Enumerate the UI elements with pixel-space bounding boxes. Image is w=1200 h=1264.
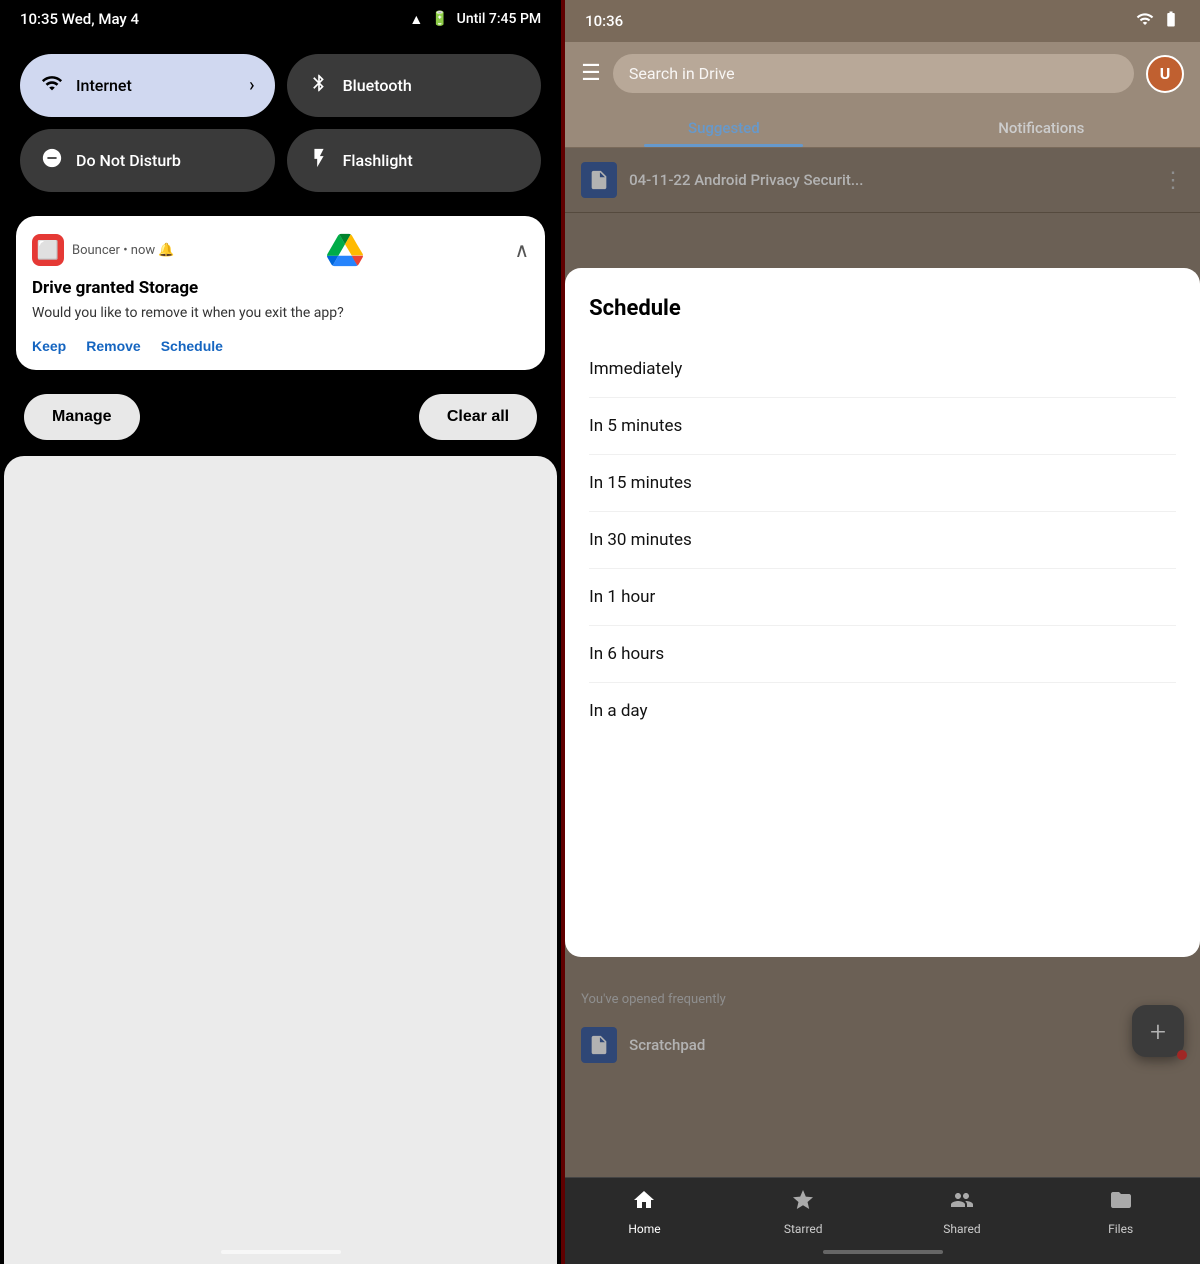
left-panel: 10:35 Wed, May 4 ▲ 🔋 Until 7:45 PM Inter… [0,0,561,1264]
battery-icon-right [1162,10,1180,32]
bluetooth-tile[interactable]: Bluetooth [287,54,542,117]
status-icons-left: ▲ 🔋 Until 7:45 PM [409,11,541,28]
schedule-1day[interactable]: In a day [589,683,1176,739]
status-bar-left: 10:35 Wed, May 4 ▲ 🔋 Until 7:45 PM [0,0,561,38]
remove-button[interactable]: Remove [86,338,140,354]
flashlight-icon [307,147,331,174]
home-indicator-right [565,1244,1200,1264]
search-placeholder: Search in Drive [629,64,735,83]
bouncer-app-icon: ⬜ [32,234,64,266]
schedule-title: Schedule [589,296,1176,321]
search-bar[interactable]: Search in Drive [613,54,1134,93]
notif-header-left: ⬜ Bouncer • now 🔔 [32,234,175,266]
home-bar [823,1250,943,1254]
internet-tile[interactable]: Internet › [20,54,275,117]
right-panel: 10:36 ☰ Search in Drive U Suggested [565,0,1200,1264]
clear-all-button[interactable]: Clear all [419,394,537,440]
schedule-30min[interactable]: In 30 minutes [589,512,1176,569]
flashlight-label: Flashlight [343,151,413,170]
nav-starred[interactable]: Starred [724,1188,883,1236]
tab-notifications[interactable]: Notifications [883,105,1200,147]
nav-home[interactable]: Home [565,1188,724,1236]
starred-nav-icon [791,1188,815,1218]
shared-nav-icon [950,1188,974,1218]
manage-button[interactable]: Manage [24,394,140,440]
wifi-icon-right [1136,10,1154,32]
notif-body: Would you like to remove it when you exi… [32,304,529,324]
keep-button[interactable]: Keep [32,338,66,354]
flashlight-tile[interactable]: Flashlight [287,129,542,192]
battery-text: Until 7:45 PM [457,11,541,27]
tabs-row: Suggested Notifications [565,105,1200,148]
nav-files[interactable]: Files [1041,1188,1200,1236]
drive-header: ☰ Search in Drive U [565,42,1200,105]
bluetooth-label: Bluetooth [343,76,412,95]
hamburger-icon[interactable]: ☰ [581,61,601,86]
status-bar-right: 10:36 [565,0,1200,42]
status-icons-right [1136,10,1180,32]
home-indicator-left [221,1250,341,1254]
starred-nav-label: Starred [784,1222,823,1236]
time-right: 10:36 [585,12,623,30]
battery-icon: 🔋 [431,11,448,27]
tab-suggested[interactable]: Suggested [565,105,882,147]
schedule-15min[interactable]: In 15 minutes [589,455,1176,512]
expand-icon[interactable]: ∧ [514,238,529,262]
time-left: 10:35 Wed, May 4 [20,10,139,28]
files-nav-label: Files [1108,1222,1133,1236]
drive-content: 04-11-22 Android Privacy Securit... ⋮ Sc… [565,148,1200,1177]
wifi-icon: ▲ [409,11,423,28]
shared-nav-label: Shared [943,1222,980,1236]
dnd-tile[interactable]: Do Not Disturb [20,129,275,192]
notification-footer-buttons: Manage Clear all [0,378,561,456]
notif-actions: Keep Remove Schedule [32,338,529,354]
notif-header: ⬜ Bouncer • now 🔔 ∧ [32,232,529,268]
notification-card: ⬜ Bouncer • now 🔔 ∧ Drive granted Storag… [16,216,545,370]
arrow-right-icon: › [249,75,254,96]
schedule-button[interactable]: Schedule [161,338,223,354]
user-avatar[interactable]: U [1146,55,1184,93]
dnd-icon [40,147,64,174]
schedule-6hours[interactable]: In 6 hours [589,626,1176,683]
notifications-empty-area [4,456,557,1264]
notif-app-name: Bouncer • now 🔔 [72,243,175,258]
schedule-5min[interactable]: In 5 minutes [589,398,1176,455]
bluetooth-icon [307,73,331,98]
home-nav-icon [632,1188,656,1218]
bottom-nav: Home Starred Shared Fil [565,1177,1200,1244]
schedule-1hour[interactable]: In 1 hour [589,569,1176,626]
notif-title: Drive granted Storage [32,278,529,298]
drive-logo [327,232,363,268]
schedule-dialog: Schedule Immediately In 5 minutes In 15 … [565,268,1200,957]
schedule-immediately[interactable]: Immediately [589,341,1176,398]
dnd-label: Do Not Disturb [76,151,181,170]
wifi-icon [40,72,64,99]
internet-label: Internet [76,76,132,95]
home-nav-label: Home [628,1222,660,1236]
quick-tiles: Internet › Bluetooth Do Not Disturb [0,38,561,208]
nav-shared[interactable]: Shared [883,1188,1042,1236]
files-nav-icon [1109,1188,1133,1218]
